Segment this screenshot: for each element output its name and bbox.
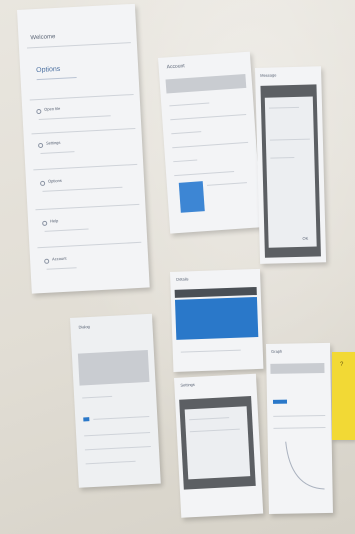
radio-icon bbox=[42, 220, 48, 226]
field-line bbox=[270, 157, 295, 159]
list-item-label: Options bbox=[47, 177, 62, 184]
wireframe-sheet-settings-list: Welcome Options Open file Settings Optio… bbox=[17, 3, 150, 294]
section-heading: Options bbox=[36, 65, 61, 75]
sheet-title: Details bbox=[176, 276, 189, 282]
radio-icon bbox=[36, 108, 42, 115]
divider bbox=[33, 163, 138, 171]
wireframe-sheet-table: Dialog bbox=[70, 313, 161, 488]
field-line bbox=[189, 428, 240, 433]
sheet-title: Account bbox=[166, 63, 185, 71]
divider bbox=[35, 203, 140, 211]
field-line bbox=[269, 106, 300, 109]
divider bbox=[37, 241, 142, 249]
dialog-body bbox=[184, 406, 251, 480]
table-row bbox=[84, 431, 151, 437]
sheet-title: Dialog bbox=[78, 323, 90, 330]
item-text bbox=[38, 115, 111, 121]
sheet-title: Settings bbox=[180, 381, 195, 388]
list-item-label: Open file bbox=[44, 105, 61, 112]
sheet-title: Message bbox=[260, 72, 277, 78]
table-row bbox=[84, 445, 151, 451]
list-item-label: Help bbox=[49, 218, 59, 224]
post-it-text: ? bbox=[340, 362, 344, 368]
post-it-note: ? bbox=[332, 352, 355, 440]
field-line bbox=[82, 395, 113, 399]
radio-icon bbox=[39, 180, 46, 187]
table-row bbox=[85, 460, 136, 465]
dialog-body: OK bbox=[264, 96, 317, 248]
wireframe-sheet-form: Account bbox=[158, 51, 263, 234]
field-line bbox=[171, 131, 202, 135]
section-line bbox=[36, 76, 77, 81]
graph-curve bbox=[285, 441, 325, 490]
header-bar bbox=[165, 73, 247, 94]
field-line bbox=[189, 417, 230, 421]
blue-marker bbox=[83, 417, 90, 422]
table-row bbox=[273, 426, 326, 429]
item-text bbox=[44, 228, 89, 232]
nav-bar bbox=[174, 286, 257, 298]
radio-icon bbox=[44, 258, 50, 264]
field-line bbox=[174, 170, 235, 177]
sheet-title: Graph bbox=[271, 348, 283, 354]
table-row bbox=[273, 414, 326, 417]
table-row bbox=[93, 415, 150, 420]
primary-button[interactable] bbox=[178, 181, 205, 213]
radio-icon bbox=[37, 142, 44, 149]
field-line bbox=[180, 349, 241, 353]
ok-button[interactable]: OK bbox=[302, 236, 308, 241]
header-block bbox=[77, 349, 150, 386]
wireframe-sheet-message: Message OK bbox=[255, 66, 327, 264]
sheet-title: Welcome bbox=[30, 34, 56, 42]
blue-button bbox=[272, 399, 288, 404]
field-line bbox=[269, 138, 310, 141]
field-line bbox=[206, 182, 247, 186]
item-text bbox=[46, 267, 77, 270]
wireframe-sheet-dialog: Settings bbox=[174, 373, 264, 518]
list-item-label: Account bbox=[51, 255, 67, 262]
hero-banner bbox=[174, 296, 259, 340]
field-line bbox=[170, 113, 247, 121]
wireframe-sheet-graph: Graph bbox=[266, 342, 333, 514]
divider bbox=[29, 94, 134, 101]
item-text bbox=[40, 151, 75, 154]
list-item-label: Settings bbox=[45, 139, 61, 146]
field-line bbox=[172, 141, 249, 149]
field-line bbox=[173, 159, 198, 163]
divider bbox=[31, 127, 136, 135]
field-line bbox=[169, 102, 210, 107]
item-text bbox=[42, 186, 123, 192]
divider bbox=[26, 42, 131, 49]
wireframe-sheet-banner: Details bbox=[170, 268, 264, 372]
header-bar bbox=[270, 362, 325, 374]
